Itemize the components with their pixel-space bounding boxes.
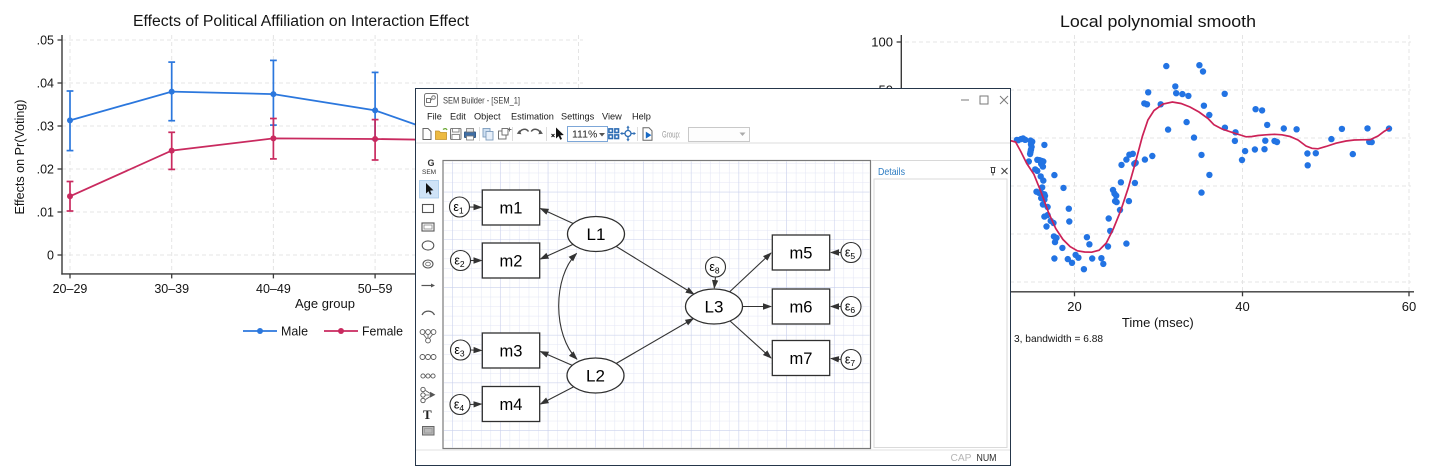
svg-text:40–49: 40–49 [256,282,291,296]
svg-text:L3: L3 [705,298,724,317]
svg-text:.03: .03 [37,119,54,133]
svg-text:100: 100 [871,35,893,50]
svg-text:NUM: NUM [977,453,997,464]
svg-text:.02: .02 [37,162,54,176]
svg-text:Female: Female [362,324,403,339]
svg-text:20: 20 [1067,299,1081,314]
svg-text:60: 60 [1402,299,1416,314]
svg-text:L2: L2 [586,367,605,386]
svg-text:Object: Object [474,112,501,122]
svg-text:.01: .01 [37,205,54,219]
svg-text:SEM: SEM [422,169,436,176]
svg-text:m1: m1 [500,199,523,217]
svg-text:30–39: 30–39 [154,282,189,296]
svg-text:50–59: 50–59 [358,282,393,296]
svg-text:Edit: Edit [450,112,466,122]
svg-text:Age group: Age group [295,296,355,311]
svg-text:Group:: Group: [662,130,681,140]
svg-text:Details: Details [878,166,905,178]
svg-text:m2: m2 [500,252,523,270]
svg-text:Estimation: Estimation [511,112,554,122]
svg-text:T: T [423,407,432,422]
svg-text:Settings: Settings [561,112,595,122]
svg-text:40: 40 [1235,299,1249,314]
svg-text:Help: Help [632,112,651,122]
svg-text:Time (msec): Time (msec) [1122,315,1194,330]
svg-text:m7: m7 [790,350,813,368]
svg-text:File: File [427,112,442,122]
svg-text:111%: 111% [572,129,597,141]
svg-text:0: 0 [47,248,54,262]
svg-text:20–29: 20–29 [53,282,88,296]
svg-text:L1: L1 [587,225,606,244]
svg-text:.05: .05 [37,33,54,47]
svg-text:Effects of Political Affiliati: Effects of Political Affiliation on Inte… [133,13,470,30]
svg-text:G: G [428,158,435,168]
svg-text:Male: Male [281,324,308,339]
svg-text:View: View [602,112,622,122]
svg-text:m3: m3 [500,342,523,360]
svg-text:m5: m5 [790,244,813,262]
svg-text:SEM Builder - [SEM_1]: SEM Builder - [SEM_1] [443,96,520,106]
svg-text:Effects on Pr(Voting): Effects on Pr(Voting) [13,100,27,215]
svg-text:m6: m6 [790,298,813,316]
svg-text:3, bandwidth = 6.88: 3, bandwidth = 6.88 [1014,333,1103,345]
svg-text:.04: .04 [37,76,54,90]
svg-text:CAP: CAP [951,453,972,464]
svg-text:m4: m4 [500,396,523,414]
svg-text:Local polynomial smooth: Local polynomial smooth [1060,12,1256,31]
